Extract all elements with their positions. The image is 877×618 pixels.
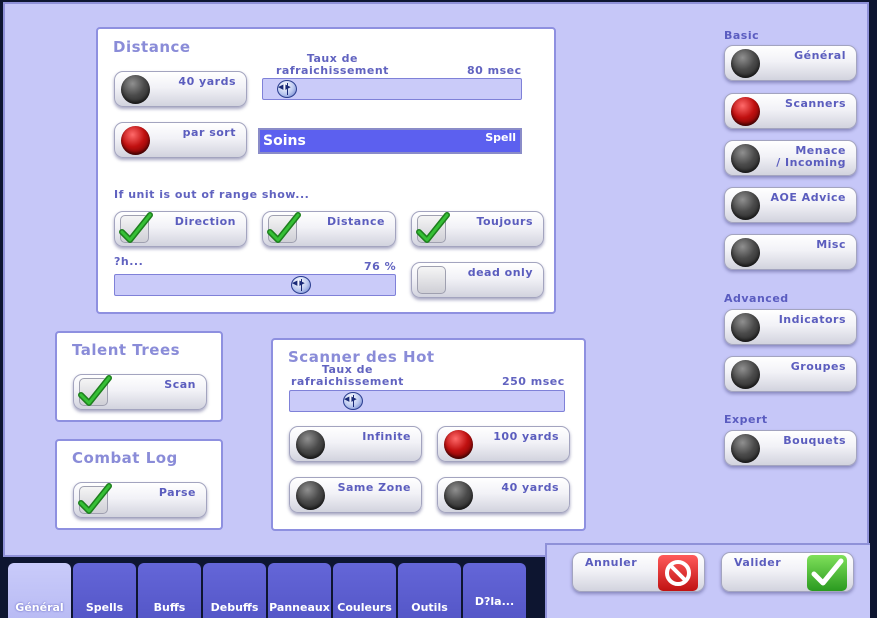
direction-button[interactable]: Direction xyxy=(114,211,247,247)
spell-select[interactable]: Soins Spell xyxy=(258,128,522,154)
combat-log-title: Combat Log xyxy=(72,449,178,467)
sidebar-item-menace[interactable]: Menace / Incoming xyxy=(724,140,857,176)
alpha-value: 76 % xyxy=(364,260,397,273)
tab-couleurs[interactable]: Couleurs xyxy=(333,563,396,618)
led-off-icon xyxy=(731,360,760,389)
talent-trees-title: Talent Trees xyxy=(72,341,181,359)
sidebar-item-indicators[interactable]: Indicators xyxy=(724,309,857,345)
par-sort-button[interactable]: par sort xyxy=(114,122,247,158)
spell-value: Soins xyxy=(263,133,306,149)
scan-button[interactable]: Scan xyxy=(73,374,207,410)
led-off-icon xyxy=(731,144,760,173)
alpha-label: ?h... xyxy=(114,255,144,268)
led-on-icon xyxy=(731,97,760,126)
sidebar-item-aoe-advice[interactable]: AOE Advice xyxy=(724,187,857,223)
refresh-rate-value: 80 msec xyxy=(467,64,522,77)
parse-button[interactable]: Parse xyxy=(73,482,207,518)
hot-refresh-rate-label: Taux de rafraichissement xyxy=(291,363,404,388)
hot-refresh-rate-value: 250 msec xyxy=(502,375,565,388)
led-off-icon xyxy=(731,49,760,78)
led-on-icon xyxy=(444,430,473,459)
led-on-icon xyxy=(121,126,150,155)
toujours-button[interactable]: Toujours xyxy=(411,211,544,247)
led-off-icon xyxy=(731,191,760,220)
alpha-slider[interactable] xyxy=(114,274,396,296)
spell-tag: Spell xyxy=(485,131,516,144)
led-off-icon xyxy=(296,481,325,510)
led-off-icon xyxy=(121,75,150,104)
checkbox-unchecked-icon xyxy=(417,266,446,294)
checkbox-checked-icon xyxy=(78,375,112,406)
sidebar-item-bouquets[interactable]: Bouquets xyxy=(724,430,857,466)
led-off-icon xyxy=(731,313,760,342)
dead-only-button[interactable]: dead only xyxy=(411,262,544,298)
scanner-hot-panel: Scanner des Hot Taux de rafraichissement… xyxy=(271,338,586,531)
sidebar-item-scanners[interactable]: Scanners xyxy=(724,93,857,129)
distance-panel: Distance 40 yards Taux de rafraichisseme… xyxy=(96,27,556,314)
sidebar-item-misc[interactable]: Misc xyxy=(724,234,857,270)
infinite-button[interactable]: Infinite xyxy=(289,426,422,462)
led-off-icon xyxy=(296,430,325,459)
sidebar-item-general[interactable]: Général xyxy=(724,45,857,81)
tab-debuffs[interactable]: Debuffs xyxy=(203,563,266,618)
sidebar-item-groupes[interactable]: Groupes xyxy=(724,356,857,392)
tab-general[interactable]: Général xyxy=(8,563,71,618)
advanced-section-label: Advanced xyxy=(724,292,789,305)
distance-title: Distance xyxy=(113,38,191,56)
checkbox-checked-icon xyxy=(119,212,153,243)
checkbox-checked-icon xyxy=(416,212,450,243)
refresh-rate-label: Taux de rafraichissement xyxy=(276,52,389,77)
slider-knob-icon[interactable] xyxy=(291,276,311,294)
checkbox-checked-icon xyxy=(267,212,301,243)
range-40-yards-button[interactable]: 40 yards xyxy=(114,71,247,107)
expert-section-label: Expert xyxy=(724,413,768,426)
combat-log-panel: Combat Log Parse xyxy=(55,439,223,530)
tab-buffs[interactable]: Buffs xyxy=(138,563,201,618)
slider-knob-icon[interactable] xyxy=(277,80,297,98)
tab-outils[interactable]: Outils xyxy=(398,563,461,618)
tab-panneaux[interactable]: Panneaux xyxy=(268,563,331,618)
tab-spells[interactable]: Spells xyxy=(73,563,136,618)
cancel-icon xyxy=(658,555,698,591)
tab-details[interactable]: D?la... xyxy=(463,563,526,618)
distance-button[interactable]: Distance xyxy=(262,211,396,247)
led-off-icon xyxy=(731,434,760,463)
hot-100-yards-button[interactable]: 100 yards xyxy=(437,426,570,462)
slider-knob-icon[interactable] xyxy=(343,392,363,410)
validate-check-icon xyxy=(807,555,847,591)
checkbox-checked-icon xyxy=(78,483,112,514)
basic-section-label: Basic xyxy=(724,29,760,42)
hot-40-yards-button[interactable]: 40 yards xyxy=(437,477,570,513)
validate-button[interactable]: Valider xyxy=(721,552,854,592)
cancel-button[interactable]: Annuler xyxy=(572,552,705,592)
hot-refresh-rate-slider[interactable] xyxy=(289,390,565,412)
out-of-range-label: If unit is out of range show... xyxy=(114,188,310,201)
led-off-icon xyxy=(731,238,760,267)
led-off-icon xyxy=(444,481,473,510)
same-zone-button[interactable]: Same Zone xyxy=(289,477,422,513)
talent-trees-panel: Talent Trees Scan xyxy=(55,331,223,422)
refresh-rate-slider[interactable] xyxy=(262,78,522,100)
